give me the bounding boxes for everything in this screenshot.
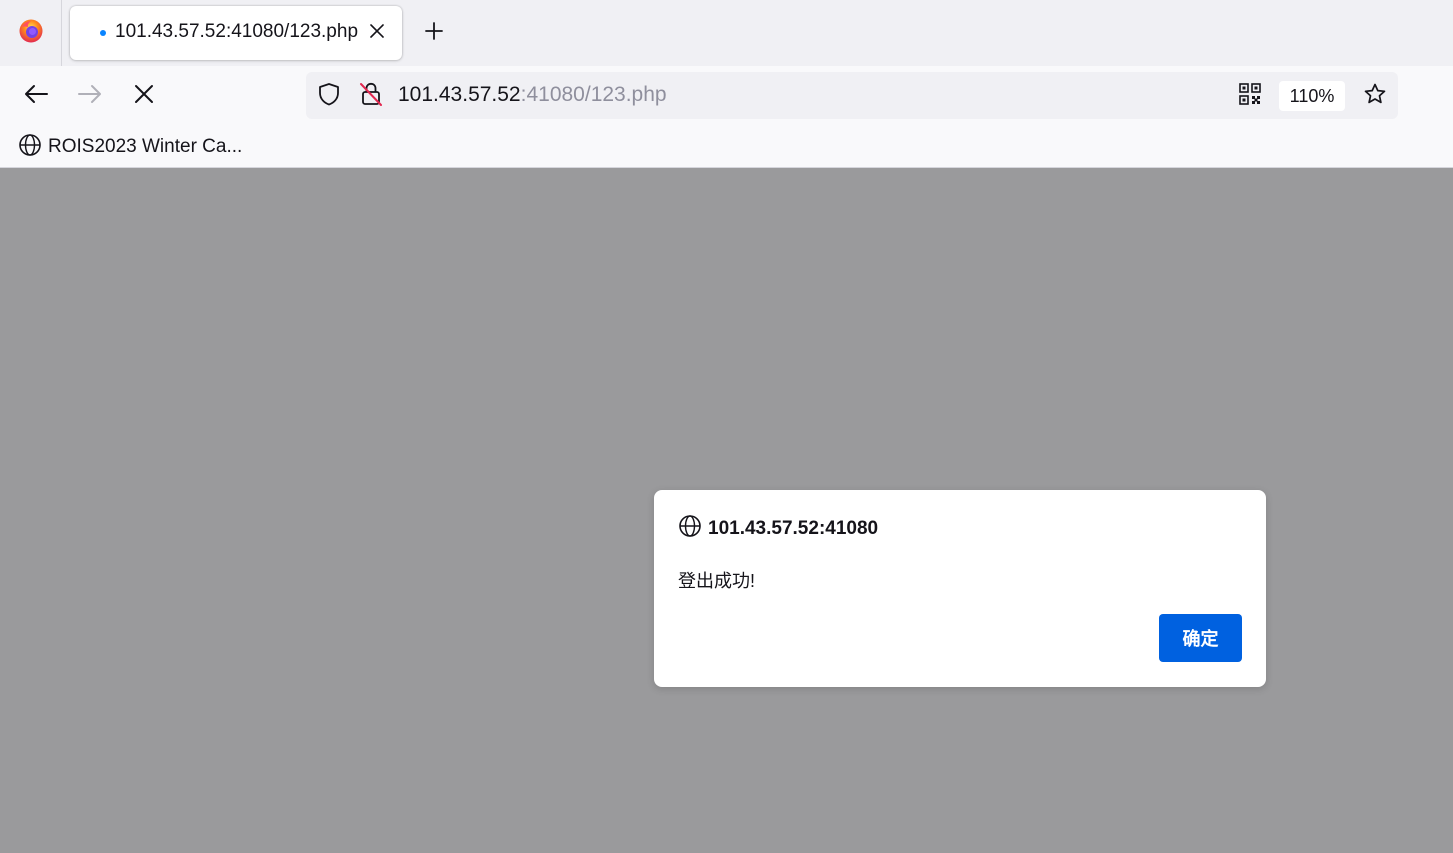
- bookmark-page-button[interactable]: [1363, 82, 1387, 111]
- tab-strip: 101.43.57.52:41080/123.php: [0, 0, 1453, 66]
- bookmark-label: ROIS2023 Winter Ca...: [48, 136, 243, 157]
- url-path: :41080/123.php: [520, 83, 667, 106]
- globe-icon: [678, 514, 702, 543]
- url-host: 101.43.57.52: [398, 83, 521, 106]
- qr-code-button[interactable]: [1238, 82, 1262, 110]
- ok-button[interactable]: 确定: [1159, 614, 1242, 662]
- tab-close-button[interactable]: [364, 20, 390, 46]
- new-tab-button[interactable]: [419, 18, 449, 48]
- alert-dialog: 101.43.57.52:41080 登出成功! 确定: [654, 490, 1266, 687]
- url-text[interactable]: 101.43.57.52:41080/123.php: [398, 83, 667, 107]
- globe-icon: [18, 133, 42, 162]
- bookmark-item[interactable]: ROIS2023 Winter Ca...: [18, 133, 243, 162]
- qr-code-icon: [1239, 82, 1261, 110]
- back-arrow-icon: [23, 83, 49, 110]
- star-icon: [1363, 82, 1387, 111]
- url-bar[interactable]: 101.43.57.52:41080/123.php 110%: [306, 72, 1398, 119]
- forward-arrow-icon: [77, 83, 103, 110]
- bookmarks-toolbar: ROIS2023 Winter Ca...: [0, 126, 1453, 168]
- navigation-toolbar: 101.43.57.52:41080/123.php 110%: [0, 66, 1453, 126]
- close-icon: [370, 23, 384, 43]
- dialog-message: 登出成功!: [678, 571, 756, 591]
- stop-icon: [134, 84, 154, 109]
- back-button[interactable]: [20, 80, 52, 112]
- tracking-protection-button[interactable]: [317, 82, 341, 111]
- tab-loading-dot: [100, 30, 106, 36]
- insecure-lock-icon: [359, 81, 383, 112]
- forward-button[interactable]: [74, 80, 106, 112]
- stop-button[interactable]: [128, 80, 160, 112]
- zoom-reset-button[interactable]: 110%: [1279, 81, 1345, 111]
- tab-title: 101.43.57.52:41080/123.php: [115, 21, 359, 42]
- dialog-origin: 101.43.57.52:41080: [708, 517, 879, 539]
- plus-icon: [424, 21, 444, 46]
- dialog-header: 101.43.57.52:41080: [678, 514, 878, 543]
- firefox-icon: [18, 18, 44, 49]
- site-security-button[interactable]: [359, 82, 383, 108]
- firefox-menu-button[interactable]: [0, 0, 62, 66]
- shield-icon: [318, 82, 340, 111]
